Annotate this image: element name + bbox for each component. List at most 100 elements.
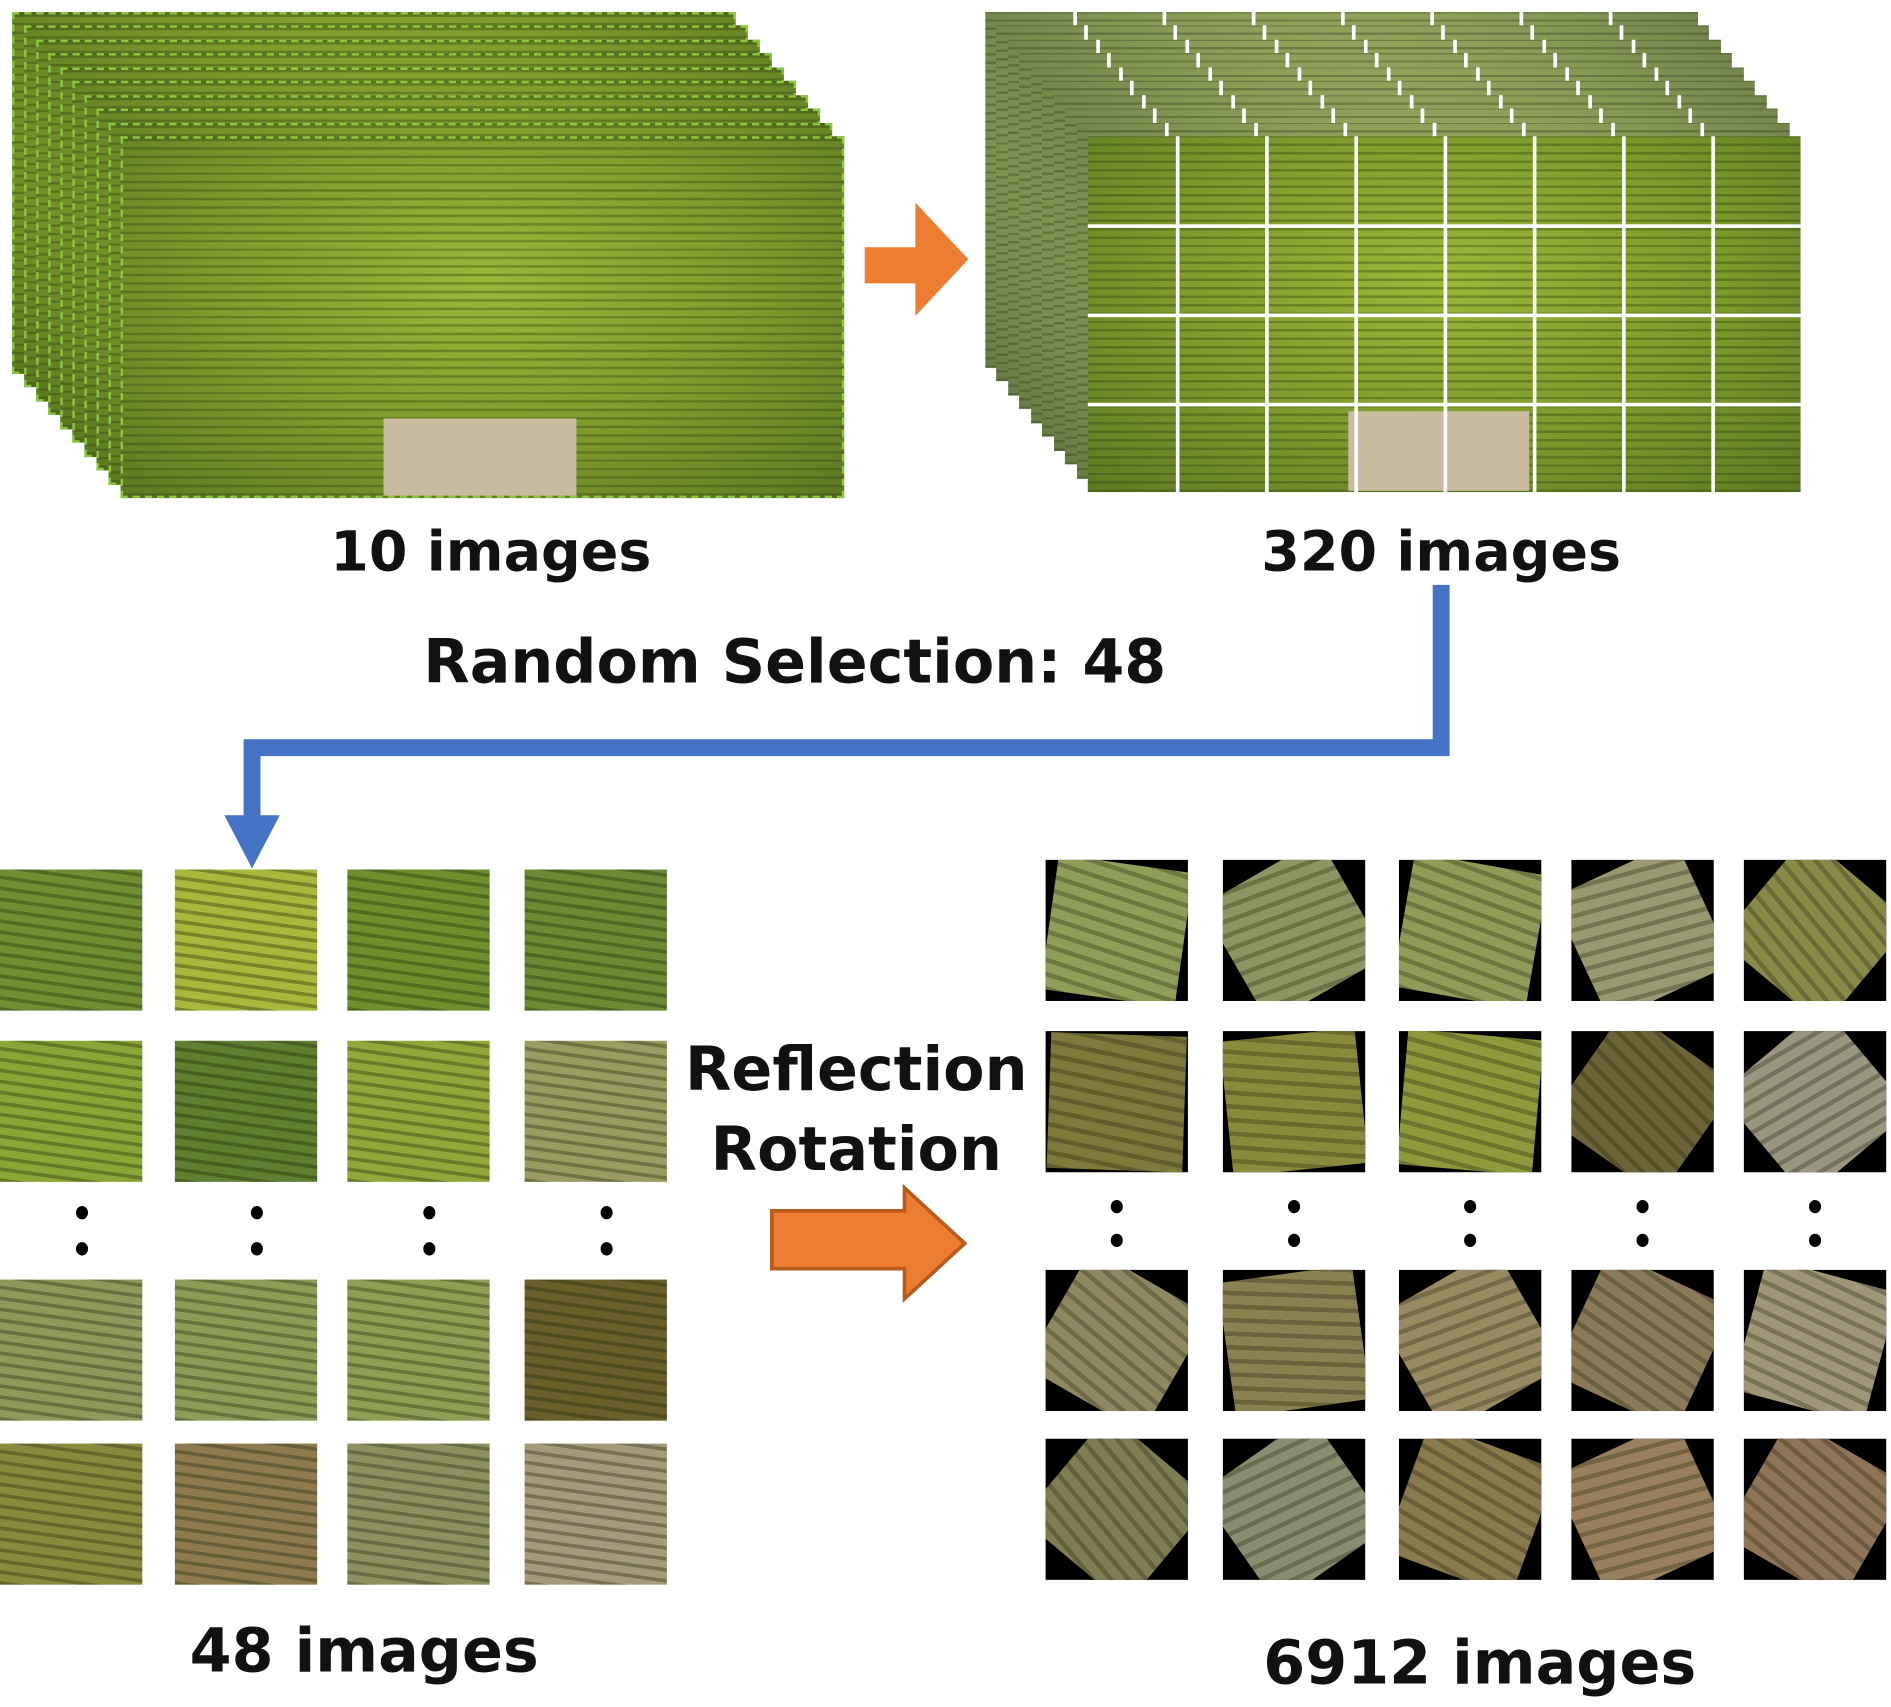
selected-count-label: 48 images <box>189 1616 539 1686</box>
reflection-label: Reflection <box>684 1034 1028 1105</box>
rotated-patch <box>1743 1031 1887 1173</box>
selected-tile <box>524 1040 667 1182</box>
tile-texture <box>174 1279 318 1421</box>
rotated-patch <box>1398 1031 1542 1173</box>
ellipsis-dot <box>1636 1233 1649 1248</box>
rotated-patch <box>1398 859 1542 1001</box>
tile-texture <box>347 1443 490 1585</box>
rotated-patch <box>1045 1438 1188 1580</box>
tile-texture <box>1222 1031 1366 1173</box>
tile-texture <box>347 1040 490 1182</box>
tile-texture <box>174 869 318 1011</box>
rotated-patch <box>1571 1269 1714 1412</box>
tile-texture <box>0 1443 143 1585</box>
augmented-tile <box>1222 1438 1366 1580</box>
rotated-patch <box>1222 1269 1366 1412</box>
ellipsis-dot <box>1110 1199 1123 1214</box>
selected-tile <box>0 1040 143 1182</box>
tile-texture <box>1222 1438 1366 1580</box>
augmented-tile <box>1045 1031 1188 1173</box>
selected-tile <box>174 1443 318 1585</box>
tile-texture <box>524 1279 667 1421</box>
selected-tile <box>174 869 318 1011</box>
selected-tile <box>524 869 667 1011</box>
tile-texture <box>1743 859 1887 1001</box>
rotated-patch <box>1571 859 1714 1001</box>
tile-texture <box>1398 859 1542 1001</box>
augmented-tile <box>1222 1269 1366 1412</box>
rotated-patch <box>1743 1438 1887 1580</box>
ellipsis-dot <box>1809 1199 1822 1214</box>
arrow-down-icon <box>224 815 280 869</box>
ellipsis-dot <box>1288 1199 1301 1214</box>
ellipsis-dot <box>250 1206 263 1220</box>
rotated-patch <box>1571 1031 1714 1173</box>
ellipsis-dot <box>1288 1233 1301 1248</box>
tile-texture <box>1045 1269 1188 1412</box>
tile-texture <box>1743 1031 1887 1173</box>
augmented-tile <box>1571 1269 1714 1412</box>
selected-tile <box>0 1443 143 1585</box>
augmented-tile <box>1743 1269 1887 1412</box>
ellipsis-dot <box>75 1206 89 1220</box>
rotated-patch <box>1222 1031 1366 1173</box>
ellipsis-dot <box>423 1206 436 1220</box>
ellipsis-dot <box>600 1242 613 1256</box>
selected-tile <box>347 869 490 1011</box>
tile-texture <box>1571 1269 1714 1412</box>
augmented-tile <box>1571 1031 1714 1173</box>
selected-tile <box>0 869 143 1011</box>
tile-texture <box>524 1443 667 1585</box>
tile-texture <box>174 1443 318 1585</box>
selected-tile <box>174 1040 318 1182</box>
tile-texture <box>1571 1438 1714 1580</box>
augmented-tile <box>1045 1269 1188 1412</box>
rotated-patch <box>1743 859 1887 1001</box>
tile-texture <box>524 1040 667 1182</box>
tile-texture <box>1046 1032 1187 1173</box>
augmentation-pipeline-diagram: 10 images 320 images Random Selection: 4… <box>0 0 1891 1706</box>
augmented-tile <box>1398 1269 1542 1412</box>
augmented-tile <box>1045 1438 1188 1580</box>
tile-texture <box>1045 859 1188 1001</box>
ellipsis-dot <box>1636 1199 1649 1214</box>
tile-texture <box>1398 1031 1542 1173</box>
rotated-patch <box>1743 1269 1887 1412</box>
augmented-tile <box>1571 859 1714 1001</box>
ellipsis-dot <box>75 1242 89 1256</box>
augmented-tile <box>1222 1031 1366 1173</box>
selected-tile <box>524 1443 667 1585</box>
selected-tile <box>174 1279 318 1421</box>
rotated-patch <box>1045 1269 1188 1412</box>
tile-texture <box>1398 1269 1542 1412</box>
rotated-patch <box>1571 1438 1714 1580</box>
tile-texture <box>1743 1438 1887 1580</box>
augmented-tile <box>1571 1438 1714 1580</box>
tile-texture <box>1743 1269 1887 1412</box>
tile-texture <box>1045 1438 1188 1580</box>
rotated-patch <box>1398 1269 1542 1412</box>
tile-texture <box>347 869 490 1011</box>
tile-texture <box>0 1040 143 1182</box>
ellipsis-dot <box>1464 1199 1477 1214</box>
tile-texture <box>1571 859 1714 1001</box>
augmented-tile <box>1743 859 1887 1001</box>
ellipsis-dot <box>1464 1233 1477 1248</box>
tile-texture <box>1222 1269 1366 1412</box>
selected-tile <box>347 1040 490 1182</box>
tile-texture <box>0 869 143 1011</box>
augmented-tile <box>1222 859 1366 1001</box>
tile-texture <box>524 869 667 1011</box>
augmented-tile <box>1398 1438 1542 1580</box>
augmented-count-label: 6912 images <box>1263 1628 1697 1699</box>
selection-connector-arrow <box>224 584 1450 869</box>
tile-texture <box>174 1040 318 1182</box>
augmented-tile <box>1045 859 1188 1001</box>
tile-texture <box>347 1279 490 1421</box>
rotated-patch <box>1222 859 1366 1001</box>
selected-tile <box>347 1443 490 1585</box>
selected-tile <box>347 1279 490 1421</box>
augmented-tile <box>1398 859 1542 1001</box>
tile-texture <box>1222 859 1366 1001</box>
rotated-patch <box>1045 859 1188 1001</box>
